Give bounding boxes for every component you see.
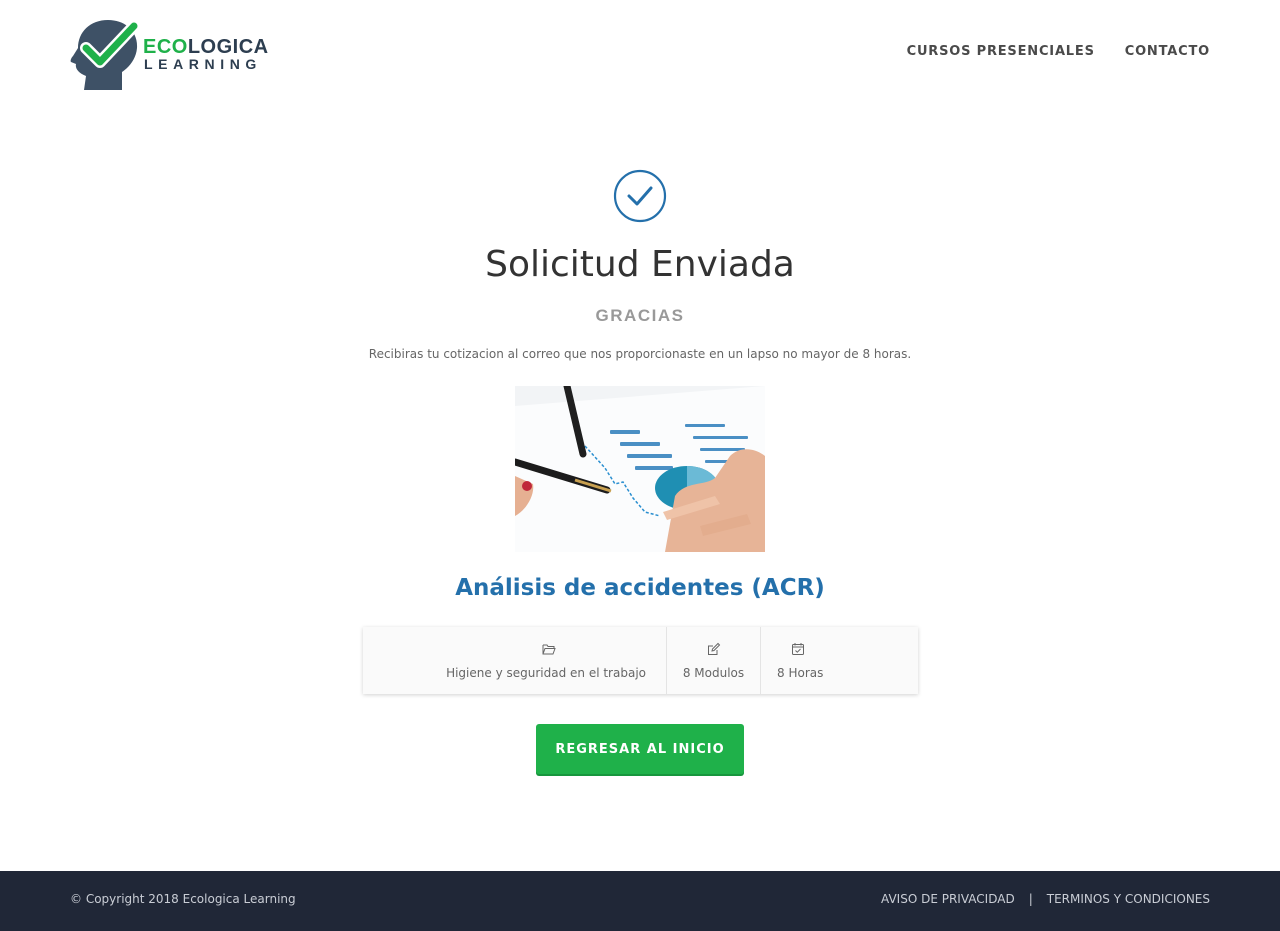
footer-links: AVISO DE PRIVACIDAD | TERMINOS Y CONDICI…: [881, 892, 1210, 906]
terms-link[interactable]: TERMINOS Y CONDICIONES: [1047, 892, 1210, 906]
copyright-text: © Copyright 2018 Ecologica Learning: [70, 892, 296, 906]
main-nav: CURSOS PRESENCIALES CONTACTO: [907, 44, 1210, 59]
course-image: [515, 386, 765, 552]
nav-contacto[interactable]: CONTACTO: [1125, 44, 1210, 59]
detail-category: Higiene y seguridad en el trabajo: [363, 627, 667, 694]
course-image-illustration: [515, 386, 765, 552]
confirmation-message: Recibiras tu cotizacion al correo que no…: [368, 347, 912, 361]
privacy-link[interactable]: AVISO DE PRIVACIDAD: [881, 892, 1015, 906]
detail-hours: 8 Horas: [761, 627, 918, 694]
brand-name-eco: ECO: [143, 36, 188, 58]
calendar-check-icon: [792, 642, 804, 655]
detail-hours-label: 8 Horas: [777, 665, 824, 680]
back-home-button[interactable]: REGRESAR AL INICIO: [536, 724, 744, 774]
detail-modules: 8 Modulos: [667, 627, 761, 694]
footer-separator: |: [1028, 892, 1033, 906]
page-subtitle: GRACIAS: [595, 306, 685, 325]
check-circle-icon: [613, 169, 667, 223]
edit-icon: [707, 642, 720, 655]
nav-cursos-presenciales[interactable]: CURSOS PRESENCIALES: [907, 44, 1095, 59]
site-footer: © Copyright 2018 Ecologica Learning AVIS…: [0, 871, 1280, 931]
head-check-icon: [70, 20, 140, 90]
folder-open-icon: [542, 644, 556, 654]
detail-category-label: Higiene y seguridad en el trabajo: [446, 665, 646, 680]
brand-name-logica: LOGICA: [187, 36, 269, 58]
detail-modules-label: 8 Modulos: [682, 665, 745, 680]
page-title: Solicitud Enviada: [485, 244, 795, 285]
course-title: Análisis de accidentes (ACR): [455, 575, 825, 601]
brand-logo[interactable]: ECOLOGICA LEARNING: [70, 18, 270, 94]
brand-tagline: LEARNING: [144, 56, 262, 72]
site-header: ECOLOGICA LEARNING CURSOS PRESENCIALES C…: [0, 0, 1280, 110]
course-details: Higiene y seguridad en el trabajo 8 Modu…: [363, 627, 918, 694]
